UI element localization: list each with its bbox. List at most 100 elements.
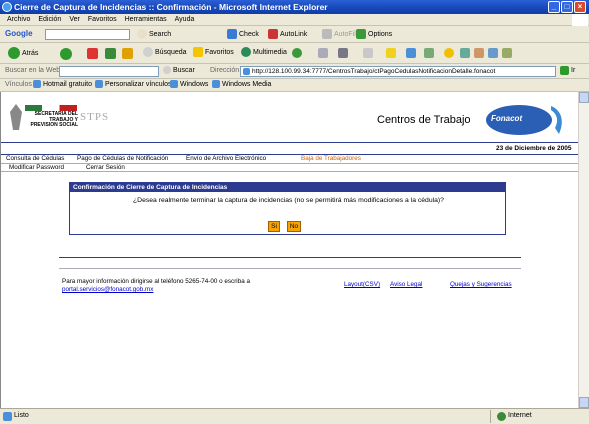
search-web-input[interactable] bbox=[59, 66, 159, 77]
history-icon[interactable] bbox=[292, 48, 302, 58]
search-web-label: Buscar en la Web bbox=[5, 67, 61, 74]
refresh-icon[interactable] bbox=[105, 48, 116, 59]
google-logo: Google bbox=[5, 29, 33, 38]
google-search-button[interactable]: Search bbox=[137, 29, 171, 41]
autolink-icon bbox=[268, 29, 278, 40]
link-personalizar[interactable]: Personalizar vínculos bbox=[95, 79, 172, 91]
stps-logo-text: SECRETARIA DEL TRABAJO Y PREVISION SOCIAL bbox=[30, 111, 78, 128]
nav-baja-trabajadores[interactable]: Baja de Trabajadores bbox=[301, 155, 361, 163]
scroll-down-icon[interactable] bbox=[579, 397, 589, 408]
nav-modificar-password[interactable]: Modificar Password bbox=[9, 164, 64, 172]
link-icon bbox=[212, 80, 220, 89]
autofill-icon bbox=[322, 29, 332, 40]
star-icon bbox=[193, 47, 203, 58]
link-hotmail[interactable]: Hotmail gratuito bbox=[33, 79, 92, 91]
nav-row-2: Modificar Password Cerrar Sesión bbox=[1, 163, 579, 172]
options-icon bbox=[356, 29, 366, 40]
footer-email-link[interactable]: portal.servicios@fonacot.gob.mx bbox=[62, 286, 153, 293]
address-toolbar: Buscar en la Web Buscar Dirección http:/… bbox=[0, 64, 589, 79]
options-button[interactable]: Options bbox=[356, 29, 392, 41]
links-label: Vínculos bbox=[5, 81, 32, 88]
menu-favoritos[interactable]: Favoritos bbox=[84, 14, 121, 26]
status-text: Listo bbox=[14, 412, 29, 419]
autofill-button[interactable]: AutoFill bbox=[322, 29, 357, 41]
address-input[interactable]: http://128.100.99.34:7777/CentrosTrabajo… bbox=[240, 66, 556, 77]
footer-legal-link[interactable]: Aviso Legal bbox=[390, 281, 422, 288]
check-button[interactable]: Check bbox=[227, 29, 259, 41]
fonacot-logo-text: Fonacot bbox=[491, 114, 523, 123]
tool-icon-2[interactable] bbox=[474, 48, 484, 58]
yes-button[interactable]: Si bbox=[268, 221, 280, 232]
mail-icon[interactable] bbox=[318, 48, 328, 58]
link-icon bbox=[33, 80, 41, 89]
research-icon[interactable] bbox=[424, 48, 434, 58]
link-windows[interactable]: Windows bbox=[170, 79, 208, 91]
search-icon bbox=[137, 29, 147, 40]
footer-contact: Para mayor información dirigirse al telé… bbox=[62, 278, 250, 294]
google-search-input[interactable] bbox=[45, 29, 130, 40]
page-icon bbox=[243, 67, 250, 75]
minimize-button[interactable]: _ bbox=[548, 1, 560, 13]
links-toolbar: Vínculos Hotmail gratuito Personalizar v… bbox=[0, 79, 589, 92]
status-bar: Listo Internet bbox=[0, 408, 589, 424]
footer-divider-2 bbox=[59, 268, 521, 269]
confirmation-question: ¿Desea realmente terminar la captura de … bbox=[133, 197, 444, 204]
footer-complaints-link[interactable]: Quejas y Sugerencias bbox=[450, 281, 512, 288]
nav-cerrar-sesion[interactable]: Cerrar Sesión bbox=[86, 164, 125, 172]
tool-icon-1[interactable] bbox=[460, 48, 470, 58]
search-web-button[interactable]: Buscar bbox=[163, 65, 195, 77]
back-arrow-icon bbox=[8, 47, 20, 59]
back-button[interactable]: Atrás bbox=[8, 47, 38, 60]
vertical-scrollbar[interactable] bbox=[578, 92, 589, 408]
address-label: Dirección bbox=[210, 67, 240, 74]
go-arrow-icon bbox=[560, 65, 569, 75]
scroll-up-icon[interactable] bbox=[579, 92, 589, 103]
menu-edicion[interactable]: Edición bbox=[34, 14, 65, 26]
notes-icon[interactable] bbox=[386, 48, 396, 58]
print-icon[interactable] bbox=[338, 48, 348, 58]
globe-icon bbox=[497, 412, 506, 421]
stps-logo: STPS bbox=[80, 111, 110, 123]
navigation-toolbar: Atrás Búsqueda Favoritos Multimedia bbox=[0, 43, 589, 64]
search-button[interactable]: Búsqueda bbox=[143, 47, 187, 59]
home-icon[interactable] bbox=[122, 48, 133, 59]
maximize-button[interactable]: □ bbox=[561, 1, 573, 13]
menu-archivo[interactable]: Archivo bbox=[3, 14, 34, 26]
no-button[interactable]: No bbox=[287, 221, 301, 232]
messenger-icon[interactable] bbox=[406, 48, 416, 58]
eagle-emblem-icon bbox=[9, 102, 23, 132]
media-button[interactable]: Multimedia bbox=[241, 47, 287, 59]
status-divider bbox=[490, 410, 491, 423]
tool-icon-4[interactable] bbox=[502, 48, 512, 58]
magnifier-icon bbox=[143, 47, 153, 58]
forward-arrow-icon[interactable] bbox=[60, 48, 72, 60]
current-date: 23 de Diciembre de 2005 bbox=[496, 145, 572, 152]
nav-pago-cedulas[interactable]: Pago de Cédulas de Notificación bbox=[77, 155, 168, 163]
menu-ver[interactable]: Ver bbox=[65, 14, 84, 26]
autolink-button[interactable]: AutoLink bbox=[268, 29, 307, 41]
page-content: SECRETARIA DEL TRABAJO Y PREVISION SOCIAL … bbox=[0, 92, 579, 408]
header-divider bbox=[1, 142, 579, 143]
link-icon bbox=[95, 80, 103, 89]
nav-consulta-cedulas[interactable]: Consulta de Cédulas bbox=[6, 155, 64, 163]
edit-icon[interactable] bbox=[363, 48, 373, 58]
close-button[interactable]: × bbox=[574, 1, 586, 13]
menu-ayuda[interactable]: Ayuda bbox=[171, 14, 199, 26]
google-toolbar: Google Search Check AutoLink AutoFill Op… bbox=[0, 26, 589, 43]
nav-envio-archivo[interactable]: Envío de Archivo Electrónico bbox=[186, 155, 266, 163]
menu-herramientas[interactable]: Herramientas bbox=[121, 14, 171, 26]
favorites-button[interactable]: Favoritos bbox=[193, 47, 234, 59]
go-button[interactable]: Ir bbox=[560, 65, 575, 77]
smiley-icon[interactable] bbox=[444, 48, 454, 58]
windows-logo-icon bbox=[572, 14, 588, 26]
menu-bar: Archivo Edición Ver Favoritos Herramientas Ay… bbox=[0, 14, 589, 26]
confirmation-panel-title: Confirmación de Cierre de Captura de Inc… bbox=[70, 183, 505, 192]
page-title: Centros de Trabajo bbox=[377, 114, 471, 126]
title-bar: Cierre de Captura de Incidencias :: Conf… bbox=[0, 0, 589, 14]
tool-icon-3[interactable] bbox=[488, 48, 498, 58]
footer-layout-link[interactable]: Layout(CSV) bbox=[344, 281, 380, 288]
ie-logo-icon bbox=[2, 2, 12, 12]
stop-icon[interactable] bbox=[87, 48, 98, 59]
link-windows-media[interactable]: Windows Media bbox=[212, 79, 271, 91]
page-done-icon bbox=[3, 412, 12, 421]
